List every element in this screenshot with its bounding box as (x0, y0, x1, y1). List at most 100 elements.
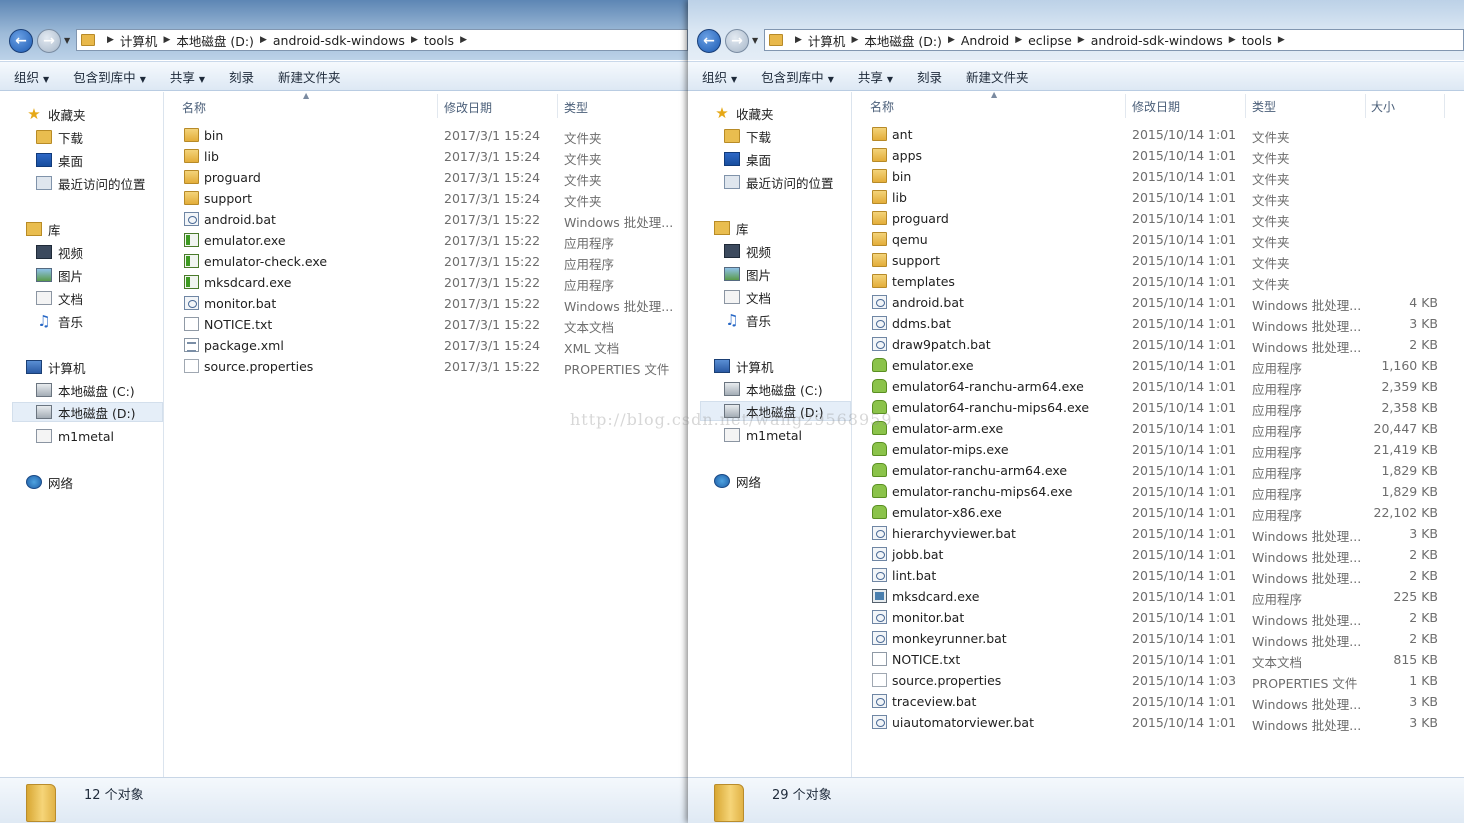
breadcrumb-item[interactable]: android-sdk-windows (1091, 33, 1223, 48)
nav-desktop[interactable]: 桌面 (724, 149, 771, 169)
file-row[interactable]: emulator.exe 2017/3/1 15:22 应用程序 (166, 230, 688, 251)
nav-downloads[interactable]: 下载 (724, 126, 771, 146)
breadcrumb-separator[interactable]: ▶ (1015, 35, 1022, 45)
new-folder-button[interactable]: 新建文件夹 (966, 67, 1029, 86)
file-row[interactable]: monitor.bat 2015/10/14 1:01 Windows 批处理...… (854, 607, 1464, 628)
file-row[interactable]: bin 2015/10/14 1:01 文件夹 (854, 166, 1464, 187)
file-row[interactable]: lib 2017/3/1 15:24 文件夹 (166, 146, 688, 167)
file-row[interactable]: monkeyrunner.bat 2015/10/14 1:01 Windows 批… (854, 628, 1464, 649)
file-row[interactable]: support 2015/10/14 1:01 文件夹 (854, 250, 1464, 271)
column-divider[interactable] (437, 94, 438, 118)
nav-videos[interactable]: 视频 (724, 241, 771, 261)
file-row[interactable]: emulator-arm.exe 2015/10/14 1:01 应用程序 20,44… (854, 418, 1464, 439)
column-header-type[interactable]: 类型 (1252, 98, 1276, 120)
file-row[interactable]: qemu 2015/10/14 1:01 文件夹 (854, 229, 1464, 250)
nav-documents[interactable]: 文档 (36, 288, 83, 308)
column-divider[interactable] (557, 94, 558, 118)
file-row[interactable]: android.bat 2015/10/14 1:01 Windows 批处理...… (854, 292, 1464, 313)
breadcrumb-separator[interactable]: ▶ (1278, 35, 1285, 45)
nav-computer[interactable]: 计算机 (714, 356, 774, 376)
file-row[interactable]: emulator.exe 2015/10/14 1:01 应用程序 1,160 KB (854, 355, 1464, 376)
file-row[interactable]: emulator-x86.exe 2015/10/14 1:01 应用程序 22,10… (854, 502, 1464, 523)
share-menu[interactable]: 共享 ▼ (858, 67, 893, 86)
column-divider[interactable] (1365, 94, 1366, 118)
nav-downloads[interactable]: 下载 (36, 127, 83, 147)
address-bar[interactable]: ▶ 计算机 ▶ 本地磁盘 (D:) ▶ android-sdk-windows … (76, 29, 688, 51)
forward-button[interactable]: → (37, 29, 61, 53)
breadcrumb-item[interactable]: eclipse (1028, 33, 1072, 48)
nav-music[interactable]: ♫ 音乐 (724, 310, 771, 330)
breadcrumb-item[interactable]: 本地磁盘 (D:) (176, 31, 254, 50)
file-row[interactable]: support 2017/3/1 15:24 文件夹 (166, 188, 688, 209)
breadcrumb-item[interactable]: tools (1242, 33, 1272, 48)
file-row[interactable]: emulator-mips.exe 2015/10/14 1:01 应用程序 21,4… (854, 439, 1464, 460)
breadcrumb-separator[interactable]: ▶ (411, 35, 418, 45)
breadcrumb-item[interactable]: android-sdk-windows (273, 33, 405, 48)
nav-pictures[interactable]: 图片 (36, 265, 83, 285)
column-divider[interactable] (1245, 94, 1246, 118)
column-header-name[interactable]: 名称 (182, 99, 206, 121)
file-row[interactable]: draw9patch.bat 2015/10/14 1:01 Windows 批处理… (854, 334, 1464, 355)
nav-music[interactable]: ♫ 音乐 (36, 311, 83, 331)
file-row[interactable]: emulator-ranchu-mips64.exe 2015/10/14 1:0… (854, 481, 1464, 502)
nav-libraries[interactable]: 库 (26, 219, 61, 239)
organize-menu[interactable]: 组织 ▼ (702, 67, 737, 86)
file-row[interactable]: ddms.bat 2015/10/14 1:01 Windows 批处理... 3 K… (854, 313, 1464, 334)
include-in-library-menu[interactable]: 包含到库中 ▼ (73, 67, 146, 86)
recent-pages-dropdown[interactable]: ▼ (64, 36, 70, 45)
breadcrumb-separator[interactable]: ▶ (460, 35, 467, 45)
column-header-date[interactable]: 修改日期 (1132, 98, 1180, 120)
file-row[interactable]: proguard 2017/3/1 15:24 文件夹 (166, 167, 688, 188)
file-row[interactable]: NOTICE.txt 2017/3/1 15:22 文本文档 (166, 314, 688, 335)
organize-menu[interactable]: 组织 ▼ (14, 67, 49, 86)
nav-pictures[interactable]: 图片 (724, 264, 771, 284)
file-row[interactable]: emulator-ranchu-arm64.exe 2015/10/14 1:01… (854, 460, 1464, 481)
file-row[interactable]: templates 2015/10/14 1:01 文件夹 (854, 271, 1464, 292)
share-menu[interactable]: 共享 ▼ (170, 67, 205, 86)
nav-network[interactable]: 网络 (26, 472, 73, 492)
include-in-library-menu[interactable]: 包含到库中 ▼ (761, 67, 834, 86)
new-folder-button[interactable]: 新建文件夹 (278, 67, 341, 86)
column-header-type[interactable]: 类型 (564, 99, 588, 121)
breadcrumb-separator[interactable]: ▶ (795, 35, 802, 45)
column-header-name[interactable]: 名称 (870, 98, 894, 120)
back-button[interactable]: ← (697, 29, 721, 53)
file-row[interactable]: bin 2017/3/1 15:24 文件夹 (166, 125, 688, 146)
nav-drive-d[interactable]: 本地磁盘 (D:) (700, 401, 851, 421)
breadcrumb-separator[interactable]: ▶ (107, 35, 114, 45)
breadcrumb-separator[interactable]: ▶ (163, 35, 170, 45)
file-row[interactable]: uiautomatorviewer.bat 2015/10/14 1:01 Wind… (854, 712, 1464, 733)
breadcrumb-item[interactable]: 计算机 (808, 31, 846, 50)
nav-recent-places[interactable]: 最近访问的位置 (36, 173, 146, 193)
file-row[interactable]: ant 2015/10/14 1:01 文件夹 (854, 124, 1464, 145)
breadcrumb-separator[interactable]: ▶ (1229, 35, 1236, 45)
burn-button[interactable]: 刻录 (229, 67, 254, 86)
file-row[interactable]: jobb.bat 2015/10/14 1:01 Windows 批处理... 2 K… (854, 544, 1464, 565)
nav-documents[interactable]: 文档 (724, 287, 771, 307)
nav-drive-c[interactable]: 本地磁盘 (C:) (36, 380, 135, 400)
file-row[interactable]: source.properties 2017/3/1 15:22 PROPERTIE… (166, 356, 688, 377)
column-header-date[interactable]: 修改日期 (444, 99, 492, 121)
file-row[interactable]: mksdcard.exe 2017/3/1 15:22 应用程序 (166, 272, 688, 293)
back-button[interactable]: ← (9, 29, 33, 53)
file-row[interactable]: traceview.bat 2015/10/14 1:01 Windows 批处理.… (854, 691, 1464, 712)
column-divider[interactable] (1125, 94, 1126, 118)
nav-m1metal[interactable]: m1metal (724, 425, 802, 445)
file-row[interactable]: emulator64-ranchu-mips64.exe 2015/10/14 1… (854, 397, 1464, 418)
file-row[interactable]: apps 2015/10/14 1:01 文件夹 (854, 145, 1464, 166)
column-divider[interactable] (1444, 94, 1445, 118)
burn-button[interactable]: 刻录 (917, 67, 942, 86)
file-row[interactable]: lib 2015/10/14 1:01 文件夹 (854, 187, 1464, 208)
forward-button[interactable]: → (725, 29, 749, 53)
nav-desktop[interactable]: 桌面 (36, 150, 83, 170)
recent-pages-dropdown[interactable]: ▼ (752, 36, 758, 45)
file-row[interactable]: monitor.bat 2017/3/1 15:22 Windows 批处理... (166, 293, 688, 314)
breadcrumb-separator[interactable]: ▶ (948, 35, 955, 45)
nav-drive-c[interactable]: 本地磁盘 (C:) (724, 379, 823, 399)
breadcrumb-item[interactable]: tools (424, 33, 454, 48)
file-row[interactable]: NOTICE.txt 2015/10/14 1:01 文本文档 815 KB (854, 649, 1464, 670)
breadcrumb-separator[interactable]: ▶ (260, 35, 267, 45)
nav-videos[interactable]: 视频 (36, 242, 83, 262)
nav-recent-places[interactable]: 最近访问的位置 (724, 172, 834, 192)
column-header-size[interactable]: 大小 (1371, 98, 1395, 120)
